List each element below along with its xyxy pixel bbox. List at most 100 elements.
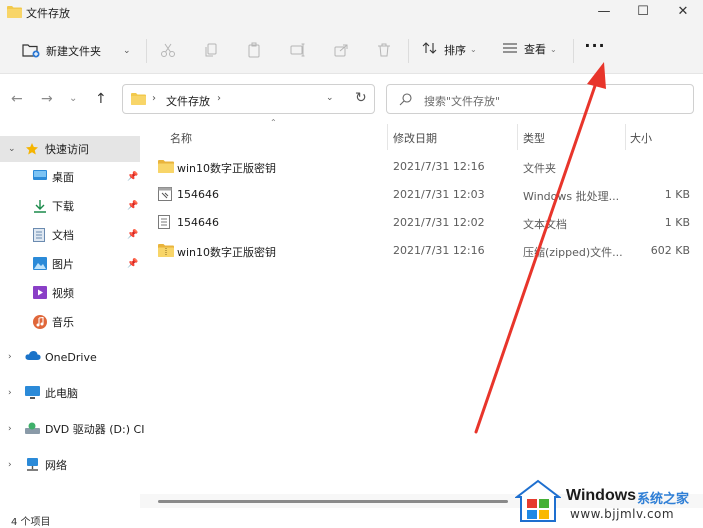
column-header-type[interactable]: 类型 <box>523 130 545 146</box>
rename-icon[interactable] <box>290 42 306 58</box>
minimize-button[interactable]: — <box>592 4 616 22</box>
table-row[interactable]: 154646 2021/7/31 12:03 Windows 批处理... 1 … <box>140 182 700 208</box>
see-more-button[interactable]: ··· <box>583 38 607 59</box>
view-icon <box>502 42 518 57</box>
forward-arrow-icon[interactable]: → <box>41 91 53 107</box>
sidebar-item-label: 此电脑 <box>45 387 78 400</box>
new-folder-button[interactable]: 新建文件夹 ⌄ <box>22 41 131 61</box>
sidebar-item-label: 视频 <box>52 287 74 300</box>
file-name[interactable]: win10数字正版密钥 <box>177 160 276 176</box>
search-icon <box>399 92 413 109</box>
file-type: 压缩(zipped)文件... <box>523 246 623 259</box>
column-header-name[interactable]: 名称 <box>170 130 192 146</box>
picture-icon <box>33 257 47 271</box>
maximize-button[interactable]: ☐ <box>631 4 655 22</box>
toolbar-divider <box>573 39 574 63</box>
sidebar-item-downloads[interactable]: 下载 📌 <box>0 193 140 219</box>
sidebar-item-dvd-drive[interactable]: › DVD 驱动器 (D:) CI <box>0 416 144 442</box>
chevron-down-icon: ⌄ <box>470 45 477 54</box>
file-date: 2021/7/31 12:02 <box>393 216 485 229</box>
sidebar-item-quick-access[interactable]: ⌄ 快速访问 <box>0 136 140 162</box>
sidebar-item-label: 文档 <box>52 229 74 242</box>
download-icon <box>33 199 47 213</box>
video-icon <box>33 286 47 300</box>
recent-chevron-icon[interactable]: ⌄ <box>69 93 77 104</box>
table-row[interactable]: win10数字正版密钥 2021/7/31 12:16 文件夹 <box>140 154 700 180</box>
view-label: 查看 <box>524 43 546 56</box>
file-name[interactable]: 154646 <box>177 188 219 201</box>
navigation-pane: ⌄ 快速访问 桌面 📌 下载 📌 文档 📌 图片 📌 视频 音乐 › OneDr… <box>0 122 144 508</box>
sidebar-item-this-pc[interactable]: › 此电脑 <box>0 380 140 406</box>
folder-icon <box>131 92 146 108</box>
text-file-icon <box>158 215 170 232</box>
folder-icon <box>158 159 174 176</box>
sort-ascending-icon: ⌃ <box>270 118 277 127</box>
delete-icon[interactable] <box>376 42 392 58</box>
sort-button[interactable]: 排序 ⌄ <box>422 41 477 58</box>
file-size: 602 KB <box>650 244 690 257</box>
sidebar-item-label: OneDrive <box>45 350 97 364</box>
file-date: 2021/7/31 12:16 <box>393 160 485 173</box>
column-header-date[interactable]: 修改日期 <box>393 130 437 146</box>
cut-icon[interactable] <box>160 42 176 58</box>
back-arrow-icon[interactable]: ← <box>11 91 23 107</box>
pin-icon: 📌 <box>127 230 139 240</box>
up-arrow-icon[interactable]: ↑ <box>95 91 107 107</box>
chevron-right-icon[interactable]: › <box>8 424 12 434</box>
column-divider[interactable] <box>625 124 626 150</box>
chevron-down-icon: ⌄ <box>550 44 557 54</box>
sidebar-item-label: 图片 <box>52 258 74 271</box>
column-divider[interactable] <box>387 124 388 150</box>
sidebar-item-label: 快速访问 <box>45 143 89 156</box>
refresh-icon[interactable]: ↻ <box>355 90 367 106</box>
file-name[interactable]: 154646 <box>177 216 219 229</box>
file-name[interactable]: win10数字正版密钥 <box>177 244 276 260</box>
chevron-down-icon[interactable]: ⌄ <box>8 144 16 154</box>
sidebar-item-music[interactable]: 音乐 <box>0 309 140 335</box>
sidebar-item-label: 网络 <box>45 459 67 472</box>
close-button[interactable]: ✕ <box>671 4 695 22</box>
watermark-url: www.bjjmlv.com <box>570 507 675 521</box>
column-header-size[interactable]: 大小 <box>630 130 652 146</box>
item-count: 4 个项目 <box>11 517 51 528</box>
new-folder-icon <box>22 42 40 61</box>
cloud-icon <box>25 350 41 364</box>
toolbar-divider <box>146 39 147 63</box>
file-date: 2021/7/31 12:03 <box>393 188 485 201</box>
address-bar[interactable]: › 文件存放 › ⌄ ↻ <box>122 84 375 114</box>
sidebar-item-documents[interactable]: 文档 📌 <box>0 222 140 248</box>
watermark-brand: Windows <box>566 487 637 504</box>
watermark-title: 系统之家 <box>637 492 690 507</box>
sidebar-item-label: 音乐 <box>52 316 74 329</box>
folder-icon <box>7 5 22 21</box>
chevron-right-icon[interactable]: › <box>8 460 12 470</box>
search-input[interactable]: 搜索"文件存放" <box>386 84 694 114</box>
table-row[interactable]: 154646 2021/7/31 12:02 文本文档 1 KB <box>140 210 700 236</box>
sidebar-item-network[interactable]: › 网络 <box>0 452 140 478</box>
breadcrumb-chevron-icon[interactable]: › <box>217 93 221 104</box>
breadcrumb[interactable]: 文件存放 <box>166 93 210 109</box>
chevron-right-icon[interactable]: › <box>8 352 12 362</box>
sidebar-item-onedrive[interactable]: › OneDrive <box>0 344 140 370</box>
copy-icon[interactable] <box>203 42 219 58</box>
network-icon <box>25 458 39 472</box>
view-button[interactable]: 查看 ⌄ <box>502 41 557 57</box>
watermark: Windows 系统之家 www.bjjmlv.com <box>512 477 703 525</box>
column-divider[interactable] <box>517 124 518 150</box>
search-placeholder: 搜索"文件存放" <box>424 95 501 108</box>
sidebar-item-videos[interactable]: 视频 <box>0 280 140 306</box>
address-row: ← → ⌄ ↑ › 文件存放 › ⌄ ↻ 搜索"文件存放" <box>0 74 703 122</box>
batch-file-icon <box>158 187 172 204</box>
pin-icon: 📌 <box>127 172 139 182</box>
music-icon <box>33 315 47 329</box>
share-icon[interactable] <box>333 42 349 58</box>
breadcrumb-chevron-icon[interactable]: › <box>152 93 156 104</box>
paste-icon[interactable] <box>246 42 262 58</box>
chevron-right-icon[interactable]: › <box>8 388 12 398</box>
file-type: 文件夹 <box>523 162 556 175</box>
sidebar-item-desktop[interactable]: 桌面 📌 <box>0 164 140 190</box>
chevron-down-icon[interactable]: ⌄ <box>326 93 334 103</box>
table-row[interactable]: win10数字正版密钥 2021/7/31 12:16 压缩(zipped)文件… <box>140 238 700 264</box>
scrollbar-thumb[interactable] <box>158 500 508 503</box>
sidebar-item-pictures[interactable]: 图片 📌 <box>0 251 140 277</box>
